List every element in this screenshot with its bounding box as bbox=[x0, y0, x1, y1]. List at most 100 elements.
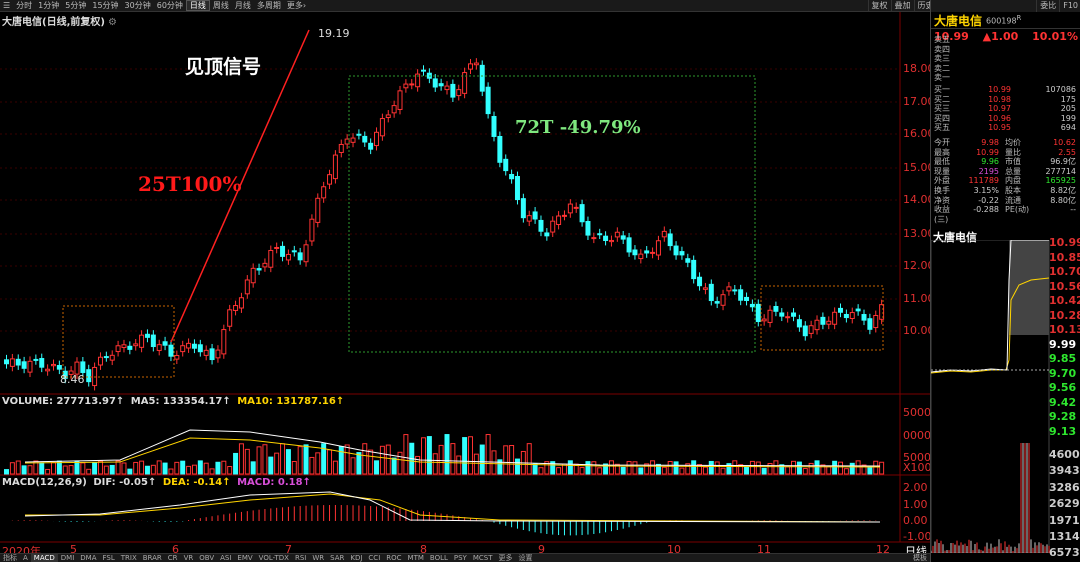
candle-body bbox=[216, 350, 220, 358]
indicator-tab[interactable]: 更多 bbox=[496, 554, 516, 562]
volume-bar bbox=[404, 435, 408, 474]
volume-bar bbox=[703, 467, 707, 474]
indicator-tab[interactable]: DMA bbox=[77, 554, 99, 562]
candle-body bbox=[316, 198, 320, 222]
candle-body bbox=[862, 315, 866, 321]
indicator-tab[interactable]: RSI bbox=[292, 554, 309, 562]
stat-label: 收益(三) bbox=[931, 205, 955, 215]
indicator-tab[interactable]: ROC bbox=[383, 554, 404, 562]
candle-body bbox=[839, 308, 843, 312]
panel-tab[interactable]: F10 bbox=[1059, 0, 1080, 12]
template-button[interactable]: 模板 bbox=[910, 554, 930, 562]
stat-value: 9.96 bbox=[955, 157, 999, 167]
indicator-tab[interactable]: 指标 bbox=[0, 554, 20, 562]
candle-body bbox=[145, 334, 149, 337]
period-tab[interactable]: ☰ bbox=[0, 0, 13, 11]
indicator-tab[interactable]: MACD bbox=[31, 554, 58, 562]
volume-bars bbox=[5, 435, 884, 474]
stats-row: 净资 -0.22 流通 8.80亿 bbox=[931, 196, 1080, 206]
book-label: 买四 bbox=[931, 114, 963, 124]
indicator-tab[interactable]: CR bbox=[165, 554, 181, 562]
ma10-label: MA10: 131787.16↑ bbox=[237, 396, 344, 407]
candle-body bbox=[574, 207, 578, 208]
indicator-tab[interactable]: FSL bbox=[100, 554, 118, 562]
period-tab[interactable]: 日线 bbox=[186, 0, 210, 11]
book-label: 买五 bbox=[931, 123, 963, 133]
settings-icon[interactable]: ⚙ bbox=[108, 17, 117, 28]
candle-body bbox=[351, 138, 355, 142]
book-volume: 107086 bbox=[1011, 85, 1078, 95]
mini-vol-axis-label: 46008 bbox=[1049, 448, 1080, 461]
candle-body bbox=[762, 319, 766, 321]
mini-axis-label: 9.99 bbox=[1049, 338, 1076, 351]
candle-body bbox=[292, 251, 296, 252]
indicator-tab[interactable]: BOLL bbox=[427, 554, 451, 562]
period-tab[interactable]: 月线 bbox=[232, 0, 254, 11]
volume-bar bbox=[257, 447, 261, 474]
indicator-tab[interactable]: VOL-TDX bbox=[256, 554, 292, 562]
indicator-tab[interactable]: TRIX bbox=[118, 554, 140, 562]
volume-bar bbox=[239, 444, 243, 474]
book-volume: 175 bbox=[1011, 95, 1078, 105]
stats-row: 最低 9.96 市值 96.9亿 bbox=[931, 157, 1080, 167]
stat-value: 2.55 bbox=[1029, 148, 1078, 158]
period-tab[interactable]: 1分钟 bbox=[35, 0, 62, 11]
candle-body bbox=[598, 234, 602, 235]
period-tab[interactable]: 周线 bbox=[210, 0, 232, 11]
candle-body bbox=[480, 65, 484, 91]
candle-body bbox=[727, 287, 731, 291]
indicator-tab[interactable]: 设置 bbox=[516, 554, 536, 562]
chart-title: 大唐电信(日线,前复权) ⚙ bbox=[2, 13, 117, 28]
indicator-tab[interactable]: SAR bbox=[327, 554, 347, 562]
period-tab[interactable]: 15分钟 bbox=[89, 0, 121, 11]
book-volume bbox=[1011, 35, 1078, 45]
tool-button[interactable]: 复权 bbox=[868, 0, 891, 12]
panel-tab[interactable]: 委比 bbox=[1036, 0, 1059, 12]
indicator-tab[interactable]: A bbox=[20, 554, 31, 562]
volume-bar bbox=[580, 468, 584, 474]
stat-value: 111789 bbox=[955, 176, 999, 186]
candle-body bbox=[16, 359, 20, 365]
indicator-tab[interactable]: PSY bbox=[451, 554, 470, 562]
volume-axis-label: 0000 bbox=[903, 429, 931, 442]
period-tab[interactable]: 5分钟 bbox=[62, 0, 89, 11]
mini-vol-axis-label: 6573 bbox=[1049, 546, 1080, 559]
indicator-tab[interactable]: WR bbox=[309, 554, 327, 562]
mini-axis-label: 10.99 bbox=[1049, 236, 1080, 249]
indicator-tab[interactable]: EMV bbox=[234, 554, 255, 562]
indicator-tab[interactable]: OBV bbox=[196, 554, 217, 562]
candle-body bbox=[815, 320, 819, 329]
period-tab[interactable]: 30分钟 bbox=[122, 0, 154, 11]
indicator-tab[interactable]: MTM bbox=[405, 554, 427, 562]
volume-bar bbox=[733, 461, 737, 474]
volume-bar bbox=[234, 453, 238, 474]
indicator-tab[interactable]: CCI bbox=[365, 554, 383, 562]
volume-label: VOLUME: 277713.97↑ bbox=[2, 396, 124, 407]
tool-button[interactable]: 叠加 bbox=[891, 0, 914, 12]
book-label: 买一 bbox=[931, 85, 963, 95]
volume-bar bbox=[598, 468, 602, 474]
volume-bar bbox=[69, 466, 73, 474]
macd-header: MACD(12,26,9) DIF: -0.05↑ DEA: -0.14↑ MA… bbox=[2, 477, 311, 488]
period-tab[interactable]: 多周期 bbox=[254, 0, 284, 11]
indicator-tab[interactable]: DMI bbox=[58, 554, 78, 562]
mini-axis-label: 10.56 bbox=[1049, 280, 1080, 293]
period-tab[interactable]: 更多› bbox=[284, 0, 309, 11]
period-tab[interactable]: 60分钟 bbox=[154, 0, 186, 11]
book-volume: 199 bbox=[1011, 114, 1078, 124]
candle-body bbox=[380, 119, 384, 136]
volume-bar bbox=[621, 467, 625, 474]
macd-axis-label: 0.00 bbox=[903, 514, 928, 527]
volume-header: VOLUME: 277713.97↑ MA5: 133354.17↑ MA10:… bbox=[2, 396, 344, 407]
indicator-tab[interactable]: MCST bbox=[470, 554, 496, 562]
indicator-tab[interactable]: BRAR bbox=[140, 554, 165, 562]
indicator-tab[interactable]: ASI bbox=[217, 554, 234, 562]
stat-label: 最低 bbox=[931, 157, 955, 167]
volume-bar bbox=[222, 461, 226, 474]
volume-bar bbox=[786, 467, 790, 474]
candle-body bbox=[680, 252, 684, 255]
volume-bar bbox=[22, 466, 26, 474]
period-tab[interactable]: 分时 bbox=[13, 0, 35, 11]
indicator-tab[interactable]: KDJ bbox=[347, 554, 365, 562]
indicator-tab[interactable]: VR bbox=[181, 554, 197, 562]
